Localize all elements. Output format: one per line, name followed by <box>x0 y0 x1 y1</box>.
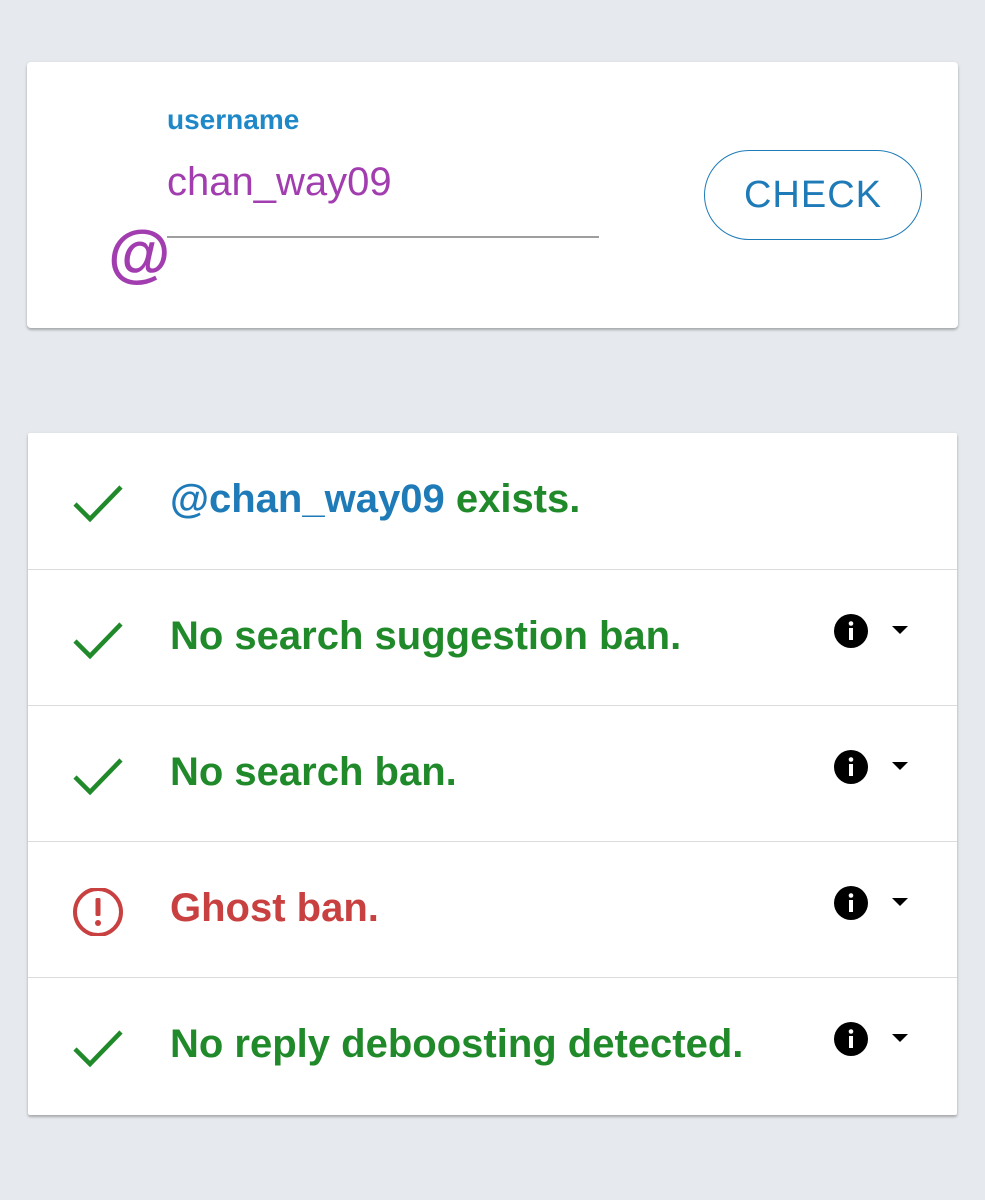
info-icon[interactable] <box>834 614 868 648</box>
result-row-search-suggestion-ban: No search suggestion ban. <box>28 569 957 705</box>
result-text: No search ban. <box>170 750 457 794</box>
alert-circle-icon <box>73 888 123 936</box>
result-text-suffix: exists. <box>444 477 581 521</box>
results-card: @chan_way09 exists. No search suggestion… <box>28 433 957 1115</box>
expand-caret-icon[interactable] <box>890 1032 910 1044</box>
at-sign-icon: @ <box>107 218 170 290</box>
result-row-reply-deboosting: No reply deboosting detected. <box>28 977 957 1113</box>
username-field[interactable]: username <box>167 104 599 239</box>
checkmark-icon <box>73 758 123 796</box>
info-icon[interactable] <box>834 886 868 920</box>
info-icon[interactable] <box>834 1022 868 1056</box>
checkmark-icon <box>73 1030 123 1068</box>
result-text: Ghost ban. <box>170 886 379 930</box>
checkmark-icon <box>73 622 123 660</box>
result-row-exists: @chan_way09 exists. <box>28 433 957 569</box>
check-button[interactable]: CHECK <box>704 150 922 240</box>
result-text: No search suggestion ban. <box>170 614 682 658</box>
result-row-ghost-ban: Ghost ban. <box>28 841 957 977</box>
username-label: username <box>167 104 300 135</box>
checkmark-icon <box>73 485 123 523</box>
username-underline <box>167 236 599 238</box>
result-text: No reply deboosting detected. <box>170 1022 744 1066</box>
result-text: @chan_way09 exists. <box>170 477 580 522</box>
result-row-search-ban: No search ban. <box>28 705 957 841</box>
username-card: @ username CHECK <box>27 62 958 328</box>
expand-caret-icon[interactable] <box>890 624 910 636</box>
expand-caret-icon[interactable] <box>890 896 910 908</box>
expand-caret-icon[interactable] <box>890 760 910 772</box>
info-icon[interactable] <box>834 750 868 784</box>
username-handle-link[interactable]: @chan_way09 <box>170 477 445 521</box>
username-input[interactable] <box>167 160 599 205</box>
